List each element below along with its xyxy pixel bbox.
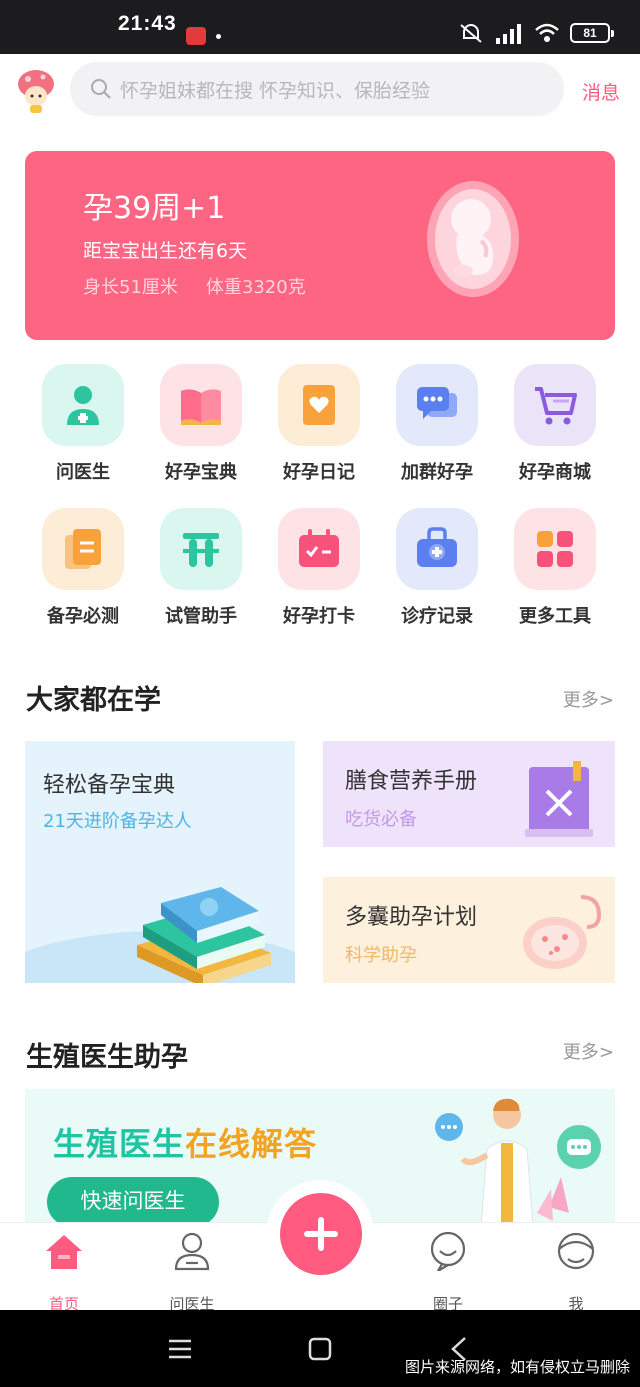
doctor-section-title: 生殖医生助孕 bbox=[26, 1042, 188, 1073]
tool-label: 好孕日记 bbox=[283, 462, 355, 483]
tool-ask-doctor[interactable]: 问医生 bbox=[24, 364, 134, 484]
tab-home[interactable]: 首页 bbox=[14, 1231, 114, 1313]
card-title: 轻松备孕宝典 bbox=[43, 773, 176, 798]
ask-doctor-button[interactable]: 快速问医生 bbox=[47, 1177, 219, 1225]
due-countdown: 距宝宝出生还有6天 bbox=[83, 240, 248, 262]
tool-tile bbox=[42, 508, 124, 590]
search-placeholder: 怀孕姐妹都在搜 怀孕知识、保胎经验 bbox=[120, 79, 431, 102]
tool-tile bbox=[396, 508, 478, 590]
cart-icon bbox=[535, 387, 577, 425]
tool-tile bbox=[514, 364, 596, 446]
tool-label: 好孕打卡 bbox=[283, 606, 355, 627]
battery-indicator: 81 bbox=[570, 23, 614, 43]
wifi-icon bbox=[535, 23, 559, 42]
status-time: 21:43 bbox=[118, 12, 177, 35]
watermark-text: 图片来源网络，如有侵权立马删除 bbox=[404, 1358, 630, 1376]
tool-label: 好孕宝典 bbox=[165, 462, 237, 483]
tool-more-tools[interactable]: 更多工具 bbox=[496, 508, 606, 628]
book-stack-icon bbox=[25, 887, 295, 983]
fetus-illustration-icon bbox=[427, 181, 519, 297]
tool-pre-pregnancy-tests[interactable]: 备孕必测 bbox=[24, 508, 134, 628]
tool-tile bbox=[160, 508, 242, 590]
recipe-book-icon bbox=[525, 761, 593, 837]
circle-chat-icon bbox=[430, 1231, 466, 1271]
signal-icon bbox=[496, 24, 521, 44]
tool-daily-checkin[interactable]: 好孕打卡 bbox=[260, 508, 370, 628]
pregnancy-status-card[interactable]: 孕39周+1 距宝宝出生还有6天 身长51厘米 体重3320克 bbox=[25, 151, 615, 340]
notification-dot-icon bbox=[216, 34, 221, 39]
top-header: 怀孕姐妹都在搜 怀孕知识、保胎经验 消息 bbox=[0, 54, 640, 130]
app-notification-icon bbox=[186, 27, 206, 45]
doctor-more-link[interactable]: 更多> bbox=[563, 1038, 614, 1064]
baby-length: 身长51厘米 bbox=[83, 277, 178, 298]
tool-label: 更多工具 bbox=[519, 606, 591, 627]
checklist-icon bbox=[65, 529, 101, 569]
more-tools-icon bbox=[537, 531, 573, 567]
tab-circle[interactable]: 圈子 bbox=[398, 1231, 498, 1313]
doctor-icon bbox=[67, 386, 99, 425]
tab-me[interactable]: 我 bbox=[526, 1231, 626, 1313]
baby-weight: 体重3320克 bbox=[205, 277, 306, 298]
tool-tile bbox=[278, 364, 360, 446]
tool-medical-records[interactable]: 诊疗记录 bbox=[378, 508, 488, 628]
tool-label: 备孕必测 bbox=[47, 606, 119, 627]
tool-tile bbox=[396, 364, 478, 446]
status-bar: 21:43 81 bbox=[0, 0, 640, 54]
tool-label: 好孕商城 bbox=[519, 462, 591, 483]
card-title: 多囊助孕计划 bbox=[345, 905, 478, 930]
mute-icon bbox=[460, 24, 482, 43]
banner-title: 生殖医生在线解答 bbox=[53, 1119, 317, 1165]
card-nutrition-handbook[interactable]: 膳食营养手册 吃货必备 bbox=[323, 741, 615, 847]
pregnancy-week: 孕39周+1 bbox=[83, 191, 226, 226]
card-title: 膳食营养手册 bbox=[345, 769, 478, 794]
medical-kit-icon bbox=[417, 527, 457, 567]
search-icon bbox=[91, 79, 111, 99]
home-square-icon[interactable] bbox=[307, 1336, 333, 1362]
book-icon bbox=[181, 389, 221, 425]
tool-tile bbox=[160, 364, 242, 446]
tool-label: 问医生 bbox=[56, 462, 110, 483]
tab-ask-doctor[interactable]: 问医生 bbox=[142, 1231, 242, 1313]
add-post-button[interactable] bbox=[280, 1193, 362, 1275]
calendar-icon bbox=[299, 529, 339, 567]
test-tube-icon bbox=[183, 533, 219, 567]
doctor-illustration-icon bbox=[435, 1098, 601, 1225]
card-subtitle: 21天进阶备孕达人 bbox=[43, 811, 192, 832]
messages-link[interactable]: 消息 bbox=[582, 78, 620, 105]
diary-icon bbox=[303, 385, 335, 425]
avatar-icon[interactable] bbox=[16, 68, 56, 114]
card-pcos-plan[interactable]: 多囊助孕计划 科学助孕 bbox=[323, 877, 615, 983]
doctor-profile-icon bbox=[174, 1232, 210, 1271]
tool-label: 诊疗记录 bbox=[401, 606, 473, 627]
card-pregnancy-prep-guide[interactable]: 轻松备孕宝典 21天进阶备孕达人 bbox=[25, 741, 295, 983]
search-input[interactable]: 怀孕姐妹都在搜 怀孕知识、保胎经验 bbox=[70, 62, 564, 116]
system-nav-bar: 图片来源网络，如有侵权立马删除 bbox=[0, 1310, 640, 1387]
baby-measurements: 身长51厘米 体重3320克 bbox=[83, 273, 306, 299]
tool-tile bbox=[42, 364, 124, 446]
tool-join-group[interactable]: 加群好孕 bbox=[378, 364, 488, 484]
menu-icon[interactable] bbox=[167, 1336, 193, 1362]
tool-ivf-assistant[interactable]: 试管助手 bbox=[142, 508, 252, 628]
tool-shop[interactable]: 好孕商城 bbox=[496, 364, 606, 484]
ovary-icon bbox=[523, 895, 601, 969]
tool-label: 加群好孕 bbox=[401, 462, 473, 483]
tool-tile bbox=[278, 508, 360, 590]
learning-section-title: 大家都在学 bbox=[26, 685, 161, 716]
card-subtitle: 吃货必备 bbox=[345, 809, 417, 830]
tool-pregnancy-diary[interactable]: 好孕日记 bbox=[260, 364, 370, 484]
home-icon bbox=[46, 1235, 82, 1269]
tool-pregnancy-guide[interactable]: 好孕宝典 bbox=[142, 364, 252, 484]
chat-group-icon bbox=[417, 387, 457, 419]
profile-icon bbox=[557, 1232, 595, 1270]
card-subtitle: 科学助孕 bbox=[345, 945, 417, 966]
status-icons: 81 bbox=[458, 22, 614, 44]
tool-label: 试管助手 bbox=[165, 606, 237, 627]
learning-more-link[interactable]: 更多> bbox=[563, 686, 614, 712]
plus-icon bbox=[304, 1217, 338, 1251]
banner-title-part-b: 在线解答 bbox=[185, 1125, 318, 1163]
tool-tile bbox=[514, 508, 596, 590]
banner-title-part-a: 生殖医生 bbox=[53, 1125, 186, 1163]
